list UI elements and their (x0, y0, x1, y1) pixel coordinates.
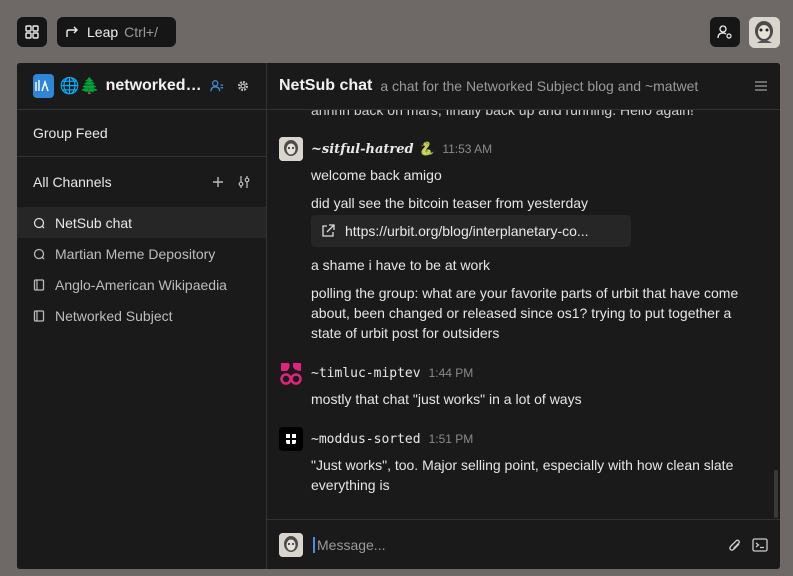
message-text: did yall see the bitcoin teaser from yes… (311, 195, 589, 211)
message-text: welcome back amigo (311, 167, 442, 183)
message-text: ahhhh back on mars, finally back up and … (311, 110, 694, 118)
message-header: ~timluc-miptev 1:44 PM (279, 361, 473, 385)
message-header: ~moddus-sorted 1:51 PM (279, 427, 473, 451)
apps-grid-button[interactable] (17, 17, 47, 47)
chat-title: NetSub chat (279, 77, 373, 94)
sigil-avatar-icon (279, 361, 303, 385)
sigil-avatar-icon (279, 137, 303, 161)
channel-item-netsub-chat[interactable]: NetSub chat (17, 207, 266, 238)
leap-button[interactable]: Leap Ctrl+/ (57, 17, 176, 47)
avatar[interactable] (279, 361, 303, 385)
chat-bubble-icon (33, 217, 45, 228)
channel-item-martian-meme-depository[interactable]: Martian Meme Depository (17, 238, 266, 269)
app-window: 🌐 🌲 networked subject Group Feed All Cha… (17, 63, 780, 569)
message-author[interactable]: ~timluc-miptev (311, 366, 421, 381)
channel-label: Anglo-American Wikipaedia (55, 276, 227, 293)
message-text: "Just works", too. Major selling point, … (311, 457, 734, 493)
message-author[interactable]: ~moddus-sorted (311, 432, 421, 447)
channel-label: Networked Subject (55, 307, 173, 324)
link-preview[interactable]: https://urbit.org/blog/interplanetary-co… (311, 215, 631, 247)
terminal-command-icon[interactable] (752, 537, 768, 552)
channel-item-networked-subject[interactable]: Networked Subject (17, 300, 266, 331)
leap-shortcut: Ctrl+/ (124, 24, 158, 40)
sidebar: 🌐 🌲 networked subject Group Feed All Cha… (17, 63, 267, 569)
members-icon[interactable] (210, 79, 224, 93)
chat-description: a chat for the Networked Subject blog an… (380, 78, 699, 94)
leap-label: Leap (87, 24, 119, 40)
channel-label: NetSub chat (55, 214, 133, 231)
grid-icon (25, 25, 39, 39)
message-author[interactable]: ~sitful-hatred 🐍 (311, 142, 434, 157)
message-input[interactable] (313, 536, 718, 553)
settings-gear-icon[interactable] (236, 79, 250, 93)
sigil-avatar-icon (749, 17, 780, 48)
attachment-paperclip-icon[interactable] (728, 538, 742, 552)
channel-label: Martian Meme Depository (55, 245, 216, 262)
group-title[interactable]: networked subject (106, 77, 204, 95)
message-time: 11:53 AM (442, 142, 493, 156)
message-text: polling the group: what are your favorit… (311, 285, 739, 341)
sort-filter-icon[interactable] (238, 175, 250, 189)
avatar[interactable] (279, 137, 303, 161)
avatar[interactable] (279, 427, 303, 451)
link-url: https://urbit.org/blog/interplanetary-co… (345, 223, 589, 239)
channel-menu-icon[interactable] (754, 80, 768, 92)
avatar (279, 532, 303, 557)
sigil-avatar-icon (279, 427, 303, 451)
tree-emoji-icon: 🌲 (79, 78, 100, 95)
globe-emoji-icon: 🌐 (59, 78, 80, 95)
group-feed-link[interactable]: Group Feed (17, 110, 266, 157)
message-list[interactable]: ahhhh back on mars, finally back up and … (267, 110, 780, 519)
message-text: a shame i have to be at work (311, 257, 490, 273)
chat-pane: NetSub chat a chat for the Networked Sub… (267, 63, 780, 569)
notebook-icon (33, 309, 45, 322)
message-text: mostly that chat "just works" in a lot o… (311, 391, 582, 407)
chat-bubble-icon (33, 248, 45, 259)
user-avatar[interactable] (749, 17, 780, 48)
group-logo (33, 74, 54, 98)
sigil-avatar-icon (279, 532, 303, 557)
message-time: 1:44 PM (428, 366, 474, 380)
person-gear-icon (717, 25, 732, 39)
add-channel-icon[interactable] (212, 176, 224, 188)
message-time: 1:51 PM (428, 432, 474, 446)
profile-button[interactable] (710, 17, 740, 47)
all-channels-label[interactable]: All Channels (33, 174, 112, 190)
notebook-icon (33, 278, 45, 291)
all-channels-header: All Channels (17, 157, 266, 207)
group-header: 🌐 🌲 networked subject (17, 63, 266, 110)
message-composer (267, 519, 780, 569)
forward-arrow-icon (66, 26, 78, 37)
chat-header: NetSub chat a chat for the Networked Sub… (267, 63, 780, 110)
group-logo-icon (35, 79, 50, 92)
channel-item-anglo-american-wikipaedia[interactable]: Anglo-American Wikipaedia (17, 269, 266, 300)
message-header: ~sitful-hatred 🐍 11:53 AM (279, 137, 492, 161)
scrollbar[interactable] (774, 470, 778, 518)
external-link-icon (322, 224, 335, 237)
